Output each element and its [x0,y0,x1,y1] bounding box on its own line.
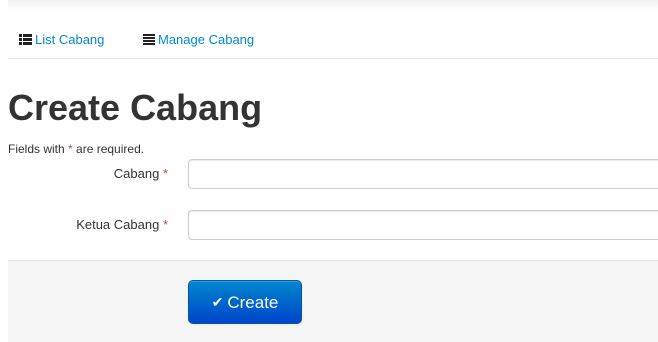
create-button[interactable]: ✔ Create [188,280,302,324]
ketua-cabang-input[interactable] [188,210,658,240]
list-cabang-label: List Cabang [35,32,105,47]
cabang-input[interactable] [188,159,658,189]
menu-lines-icon [143,34,155,48]
cabang-label-text: Cabang [113,166,160,181]
operations-menu: List Cabang Manage Cabang [8,22,658,59]
create-cabang-page: List Cabang Manage Cabang Create Cabang … [0,0,658,342]
page-title: Create Cabang [8,87,263,128]
note-suffix: are required. [72,142,145,156]
required-fields-note: Fields with * are required. [8,142,144,156]
manage-cabang-link[interactable]: Manage Cabang [143,33,254,48]
top-navbar-edge [8,0,658,10]
ketua-cabang-label: Ketua Cabang * [8,217,168,233]
list-cabang-link[interactable]: List Cabang [19,33,104,48]
cabang-label: Cabang * [8,166,168,182]
create-button-label: Create [227,292,279,312]
note-prefix: Fields with [8,142,69,156]
form-actions: ✔ Create [8,260,658,342]
ketua-cabang-label-text: Ketua Cabang [76,217,160,232]
list-icon [19,34,32,48]
manage-cabang-label: Manage Cabang [158,32,255,47]
cabang-required-mark: * [162,166,168,181]
ketua-cabang-required-mark: * [162,217,168,232]
check-icon: ✔ [211,293,224,310]
